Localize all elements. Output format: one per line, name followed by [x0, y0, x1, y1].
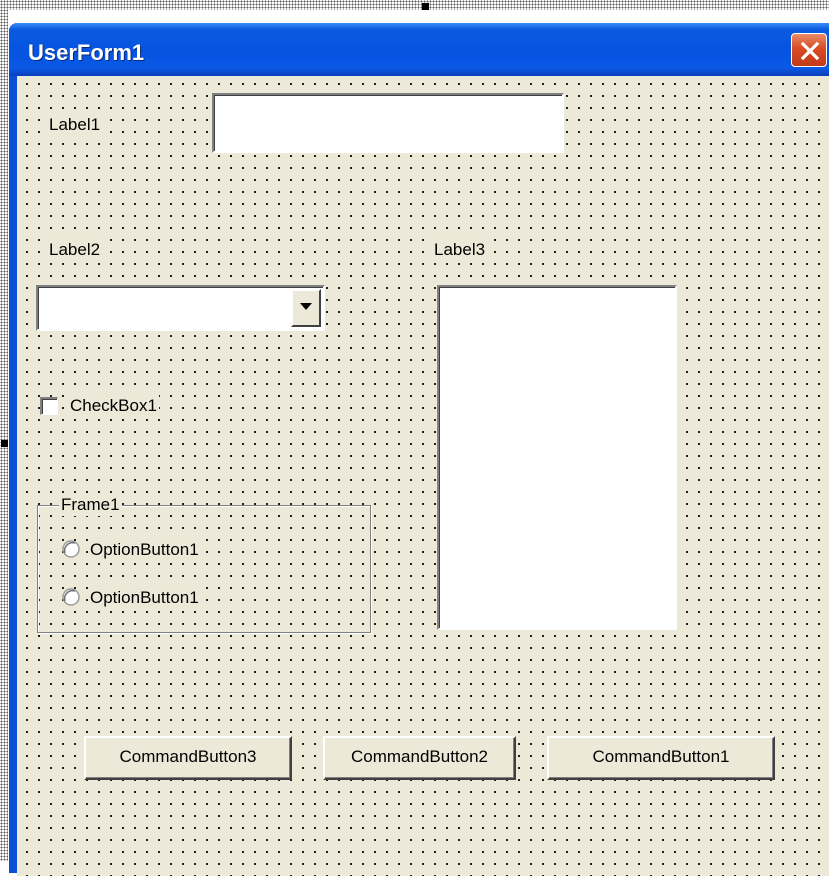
form-designer: UserForm1 Label1 Label2 Label3 CheckBox1…: [0, 0, 829, 876]
resize-handle-left[interactable]: [1, 440, 8, 447]
command-button-3[interactable]: CommandButton3: [84, 736, 292, 780]
frame-1-caption: Frame1: [59, 494, 122, 516]
listbox-1[interactable]: [437, 285, 677, 630]
radio-icon[interactable]: [62, 588, 80, 606]
checkbox-1[interactable]: [40, 397, 58, 415]
combobox-1[interactable]: [36, 285, 325, 331]
close-icon: [800, 41, 820, 61]
option-button-1-label: OptionButton1: [88, 539, 201, 561]
resize-handle-top[interactable]: [422, 3, 429, 10]
radio-icon[interactable]: [62, 540, 80, 558]
chevron-down-icon: [300, 303, 312, 310]
checkbox-1-label: CheckBox1: [68, 395, 159, 417]
combobox-dropdown-button[interactable]: [291, 289, 321, 327]
window-title: UserForm1: [28, 40, 145, 65]
command-button-1[interactable]: CommandButton1: [547, 736, 775, 780]
option-button-2-label: OptionButton1: [88, 587, 201, 609]
label-1: Label1: [47, 114, 103, 136]
command-button-2[interactable]: CommandButton2: [323, 736, 516, 780]
label-3: Label3: [432, 239, 488, 261]
selection-border-top: [0, 0, 829, 10]
textbox-1[interactable]: [212, 93, 564, 153]
label-2: Label2: [47, 239, 103, 261]
selection-border-left: [0, 0, 8, 861]
close-button[interactable]: [791, 33, 827, 67]
frame-1[interactable]: [37, 505, 371, 633]
